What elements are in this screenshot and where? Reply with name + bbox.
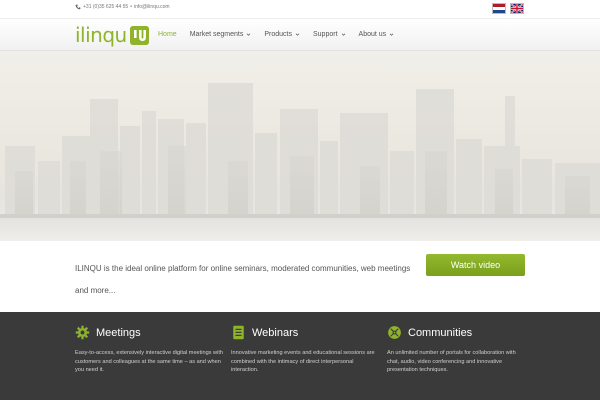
nav-label: Home — [158, 31, 177, 38]
city-skyline-image — [0, 83, 600, 241]
logo-badge-icon — [129, 25, 149, 45]
nl-flag-icon[interactable] — [492, 3, 506, 14]
nav-home[interactable]: Home — [158, 31, 177, 38]
feature-description: Innovative marketing events and educatio… — [231, 350, 375, 373]
nav-label: Products — [264, 31, 292, 38]
feature-webinars: Webinars Innovative marketing events and… — [231, 324, 381, 375]
feature-description: An unlimited number of portals for colla… — [387, 350, 516, 373]
phone-icon — [75, 4, 81, 10]
nav-label: Market segments — [189, 31, 244, 38]
chevron-down-icon — [389, 33, 394, 36]
nav-products[interactable]: Products — [264, 31, 300, 38]
intro-section: ILINQU is the ideal online platform for … — [0, 241, 600, 312]
gear-icon — [75, 325, 90, 340]
contact-info: +31 (0)35 625 44 55 • info@ilinqu.com — [75, 4, 170, 10]
uk-flag-icon[interactable] — [510, 3, 524, 14]
feature-title: Communities — [408, 326, 473, 339]
watch-video-button[interactable]: Watch video — [426, 254, 525, 276]
feature-title: Meetings — [96, 326, 141, 339]
site-header: ilinqu Home Market segments Products Sup… — [0, 18, 600, 51]
feature-meetings: Meetings Easy-to-access, extensively int… — [75, 324, 225, 375]
logo-text: ilinqu — [75, 23, 127, 47]
feature-description: Easy-to-access, extensively interactive … — [75, 350, 223, 373]
feature-title: Webinars — [252, 326, 299, 339]
document-icon — [233, 325, 244, 340]
nav-label: About us — [358, 31, 387, 38]
chevron-down-icon — [295, 33, 300, 36]
top-bar: +31 (0)35 625 44 55 • info@ilinqu.com — [0, 0, 600, 18]
nav-about-us[interactable]: About us — [359, 31, 395, 38]
chevron-down-icon — [247, 33, 251, 36]
contact-separator: • — [130, 4, 132, 10]
language-switcher — [492, 3, 524, 14]
email-link[interactable]: info@ilinqu.com — [134, 4, 170, 10]
main-nav: Home Market segments Products Support Ab… — [158, 31, 394, 38]
globe-icon — [388, 326, 401, 339]
nav-label: Support — [313, 31, 338, 38]
hero-banner — [0, 51, 600, 241]
logo[interactable]: ilinqu — [75, 25, 149, 45]
chevron-down-icon — [341, 33, 345, 36]
intro-text: ILINQU is the ideal online platform for … — [75, 264, 411, 295]
feature-communities: Communities An unlimited number of porta… — [387, 324, 527, 375]
features-section: Meetings Easy-to-access, extensively int… — [0, 312, 600, 400]
phone-number: +31 (0)35 625 44 55 — [83, 4, 129, 10]
nav-market-segments[interactable]: Market segments — [190, 31, 252, 38]
nav-support[interactable]: Support — [313, 31, 346, 38]
